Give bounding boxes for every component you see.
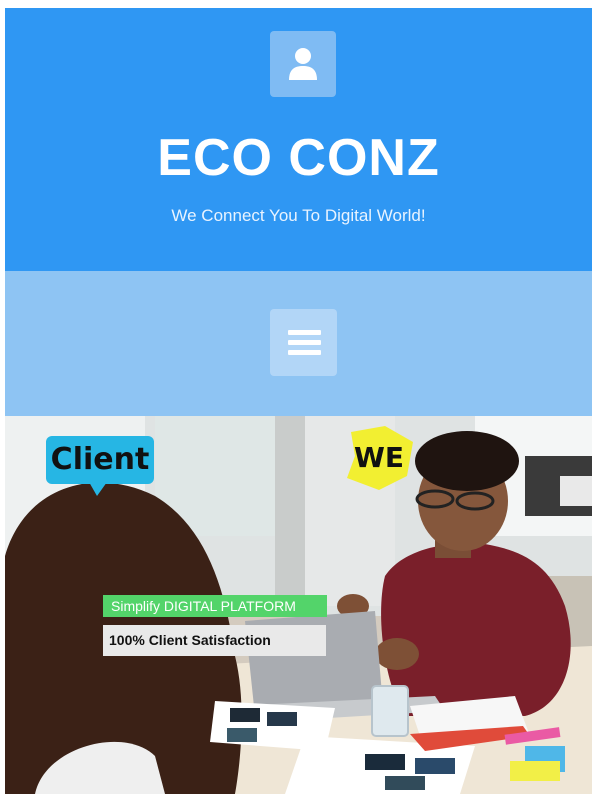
page-frame: ECO CONZ We Connect You To Digital World… (5, 8, 592, 794)
client-speech-bubble: Client (46, 436, 154, 484)
user-icon (289, 48, 317, 80)
hamburger-bar (288, 340, 321, 345)
site-logo-avatar[interactable] (270, 31, 336, 97)
navigation-bar (5, 271, 592, 416)
hamburger-menu-icon (288, 330, 321, 335)
we-badge: WE (347, 426, 413, 490)
hamburger-bar (288, 350, 321, 355)
hero-image: Client WE Simplify DIGITAL PLATFORM 100%… (5, 416, 592, 794)
client-satisfaction-label: 100% Client Satisfaction (103, 625, 326, 656)
site-header: ECO CONZ We Connect You To Digital World… (5, 8, 592, 271)
menu-toggle-button[interactable] (270, 309, 337, 376)
site-tagline: We Connect You To Digital World! (171, 206, 426, 225)
we-badge-label: WE (353, 441, 404, 474)
simplify-platform-label: Simplify DIGITAL PLATFORM (103, 595, 327, 617)
speech-bubble-tail (89, 482, 107, 496)
site-title[interactable]: ECO CONZ (5, 128, 592, 188)
